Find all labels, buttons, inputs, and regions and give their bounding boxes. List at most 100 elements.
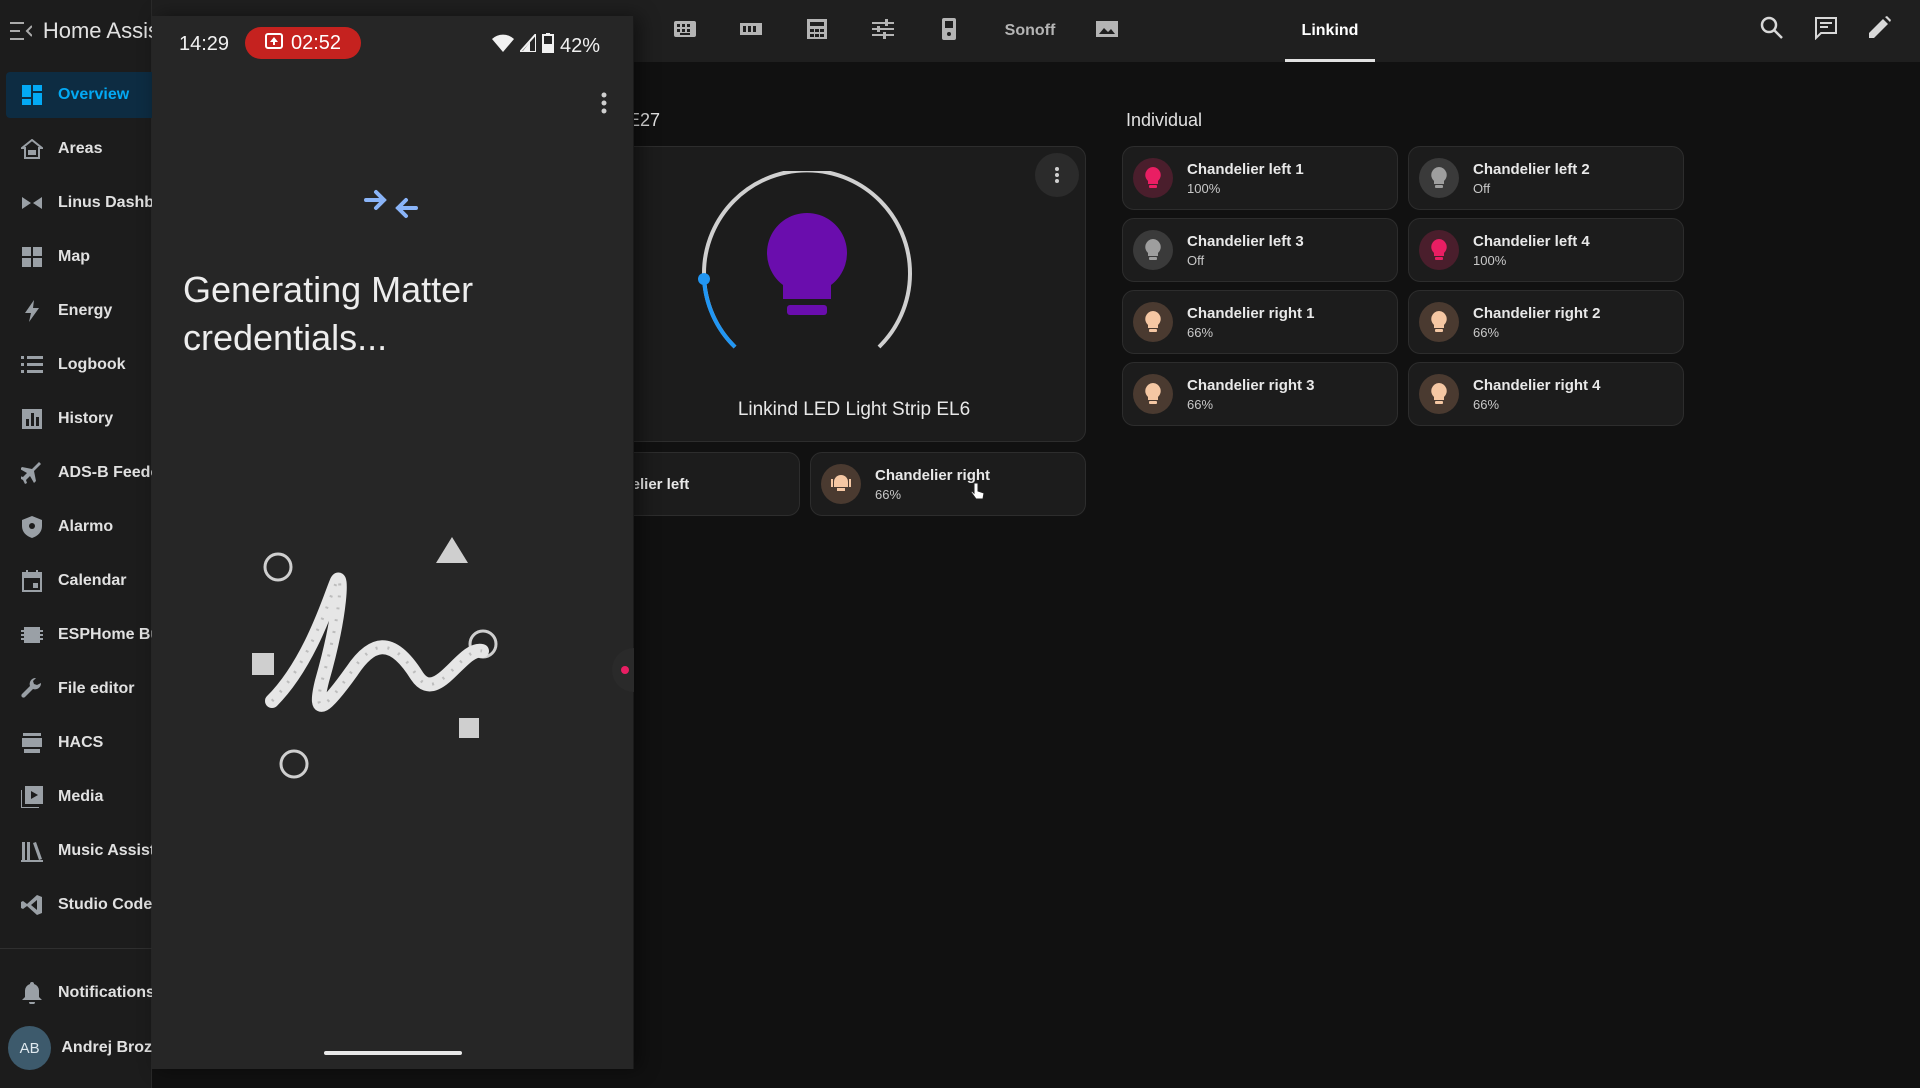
tile-state: 100% <box>1187 180 1221 196</box>
sidebar-item-media[interactable]: Media <box>6 774 152 820</box>
tile-name: Chandelier right 4 <box>1473 376 1601 394</box>
tile-name: Chandelier left <box>635 475 690 493</box>
sidebar-item-esphome[interactable]: ESPHome Builder <box>6 612 152 658</box>
sidebar-item-music-assistant[interactable]: Music Assistant <box>6 828 152 874</box>
sidebar-item-energy[interactable]: Energy <box>6 288 152 334</box>
tab-sonoff[interactable]: Sonoff <box>990 0 1070 62</box>
more-options-icon[interactable] <box>1035 153 1079 197</box>
gesture-home-bar[interactable] <box>324 1051 462 1055</box>
avatar: AB <box>8 1026 52 1070</box>
tile-name: Chandelier right 2 <box>1473 304 1601 322</box>
sidebar-item-ads-b-feeder[interactable]: ADS-B Feeder <box>6 450 152 496</box>
lightbulb-icon[interactable] <box>1419 230 1459 270</box>
edit-pencil-icon[interactable] <box>1869 16 1891 43</box>
sidebar-item-label: Linus Dashboard <box>58 194 152 211</box>
tab-memory[interactable] <box>726 0 776 62</box>
sidebar-item-history[interactable]: History <box>6 396 152 442</box>
individual-section-title: Individual <box>1126 110 1203 130</box>
tile-individual-light[interactable]: Chandelier right 2 66% <box>1408 290 1684 354</box>
sidebar-item-alarmo[interactable]: Alarmo <box>6 504 152 550</box>
sidebar-item-label: Notifications <box>58 984 152 1001</box>
menu-collapse-icon[interactable] <box>0 22 43 40</box>
tab-remote[interactable] <box>924 0 974 62</box>
airplane-icon <box>6 462 58 484</box>
sidebar-item-label: Map <box>58 248 90 265</box>
tile-state: Off <box>1473 180 1491 196</box>
sidebar-item-label: Overview <box>58 86 130 103</box>
lightbulb-icon[interactable] <box>1133 158 1173 198</box>
battery-percent: 42% <box>559 34 600 57</box>
sidebar-item-logbook[interactable]: Logbook <box>6 342 152 388</box>
tile-individual-light[interactable]: Chandelier right 3 66% <box>1122 362 1398 426</box>
chandelier-icon <box>821 464 861 504</box>
tab-linkind[interactable]: Linkind <box>1285 0 1375 62</box>
tile-name: Chandelier left 2 <box>1473 160 1590 178</box>
sidebar-item-label: Logbook <box>58 356 126 373</box>
matter-logo-icon <box>364 184 418 229</box>
shield-icon <box>6 516 58 538</box>
lightbulb-icon[interactable] <box>1133 374 1173 414</box>
tile-name: Chandelier right 3 <box>1187 376 1315 394</box>
keyboard-icon <box>673 19 697 44</box>
tile-state: 66% <box>1187 396 1214 412</box>
lightbulb-icon[interactable] <box>1133 302 1173 342</box>
sidebar-item-notifications[interactable]: Notifications <box>6 970 152 1016</box>
sidebar-item-user[interactable]: AB Andrej Broz <box>8 1025 154 1071</box>
sidebar-item-label: ADS-B Feeder <box>58 464 152 481</box>
tile-name: Chandelier right 1 <box>1187 304 1315 322</box>
android-overlay: 14:29 02:52 42% Generating Matter creden… <box>152 16 634 1069</box>
sidebar-item-map[interactable]: Map <box>6 234 152 280</box>
search-icon[interactable] <box>1760 16 1784 45</box>
light-card[interactable]: Linkind LED Light Strip EL6 <box>620 146 1086 442</box>
screen-recording-indicator[interactable]: 02:52 <box>245 27 361 59</box>
tab-image[interactable] <box>1082 0 1132 62</box>
sidebar-item-file-editor[interactable]: File editor <box>6 666 152 712</box>
tile-individual-light[interactable]: Chandelier left 2 Off <box>1408 146 1684 210</box>
media-icon <box>6 786 58 808</box>
tile-chandelier-left[interactable]: Chandelier left <box>620 452 800 516</box>
tile-chandelier-right[interactable]: Chandelier right 66% <box>810 452 1086 516</box>
sidebar-item-areas[interactable]: Areas <box>6 126 152 172</box>
lightbulb-icon[interactable] <box>1419 374 1459 414</box>
sidebar-item-studio-code-server[interactable]: Studio Code Server <box>6 882 152 928</box>
vscode-icon <box>6 894 58 916</box>
library-icon <box>6 840 58 862</box>
lightbulb-icon <box>767 213 847 315</box>
bowtie-icon <box>6 196 58 210</box>
lightbulb-icon[interactable] <box>1419 158 1459 198</box>
tab-keyboard[interactable] <box>660 0 710 62</box>
wrench-icon <box>6 678 58 700</box>
sidebar-item-linus-dashboard[interactable]: Linus Dashboard <box>6 180 152 226</box>
status-time: 14:29 <box>179 33 230 55</box>
sidebar-item-calendar[interactable]: Calendar <box>6 558 152 604</box>
bell-icon <box>6 982 58 1004</box>
sidebar-item-hacs[interactable]: HACS <box>6 720 152 766</box>
tile-individual-light[interactable]: Chandelier right 4 66% <box>1408 362 1684 426</box>
overflow-menu-icon[interactable] <box>601 92 607 119</box>
chip-icon <box>6 625 58 645</box>
tile-individual-light[interactable]: Chandelier left 3 Off <box>1122 218 1398 282</box>
assist-chat-icon[interactable] <box>1814 16 1838 45</box>
lightbulb-icon[interactable] <box>1419 302 1459 342</box>
lightbulb-icon[interactable] <box>1133 230 1173 270</box>
sofa-icon <box>6 139 58 159</box>
tile-individual-light[interactable]: Chandelier left 4 100% <box>1408 218 1684 282</box>
brightness-dial[interactable] <box>697 171 917 361</box>
tab-tune[interactable] <box>858 0 908 62</box>
tile-individual-light[interactable]: Chandelier left 1 100% <box>1122 146 1398 210</box>
sidebar-item-label: ESPHome Builder <box>58 626 152 643</box>
chart-bars-icon <box>6 409 58 429</box>
tile-state: 100% <box>1473 252 1507 268</box>
map-icon <box>6 246 58 268</box>
tile-state: Off <box>1187 252 1205 268</box>
sidebar-item-label: History <box>58 410 114 427</box>
tile-individual-light[interactable]: Chandelier right 1 66% <box>1122 290 1398 354</box>
tab-calculator[interactable] <box>792 0 842 62</box>
list-icon <box>6 356 58 374</box>
sidebar-item-label: Alarmo <box>58 518 114 535</box>
calendar-icon <box>6 570 58 592</box>
active-tab-indicator <box>1285 59 1375 62</box>
sidebar-item-overview[interactable]: Overview <box>6 72 152 118</box>
sidebar-item-label: Calendar <box>58 572 127 589</box>
tile-name: Chandelier left 1 <box>1187 160 1304 178</box>
